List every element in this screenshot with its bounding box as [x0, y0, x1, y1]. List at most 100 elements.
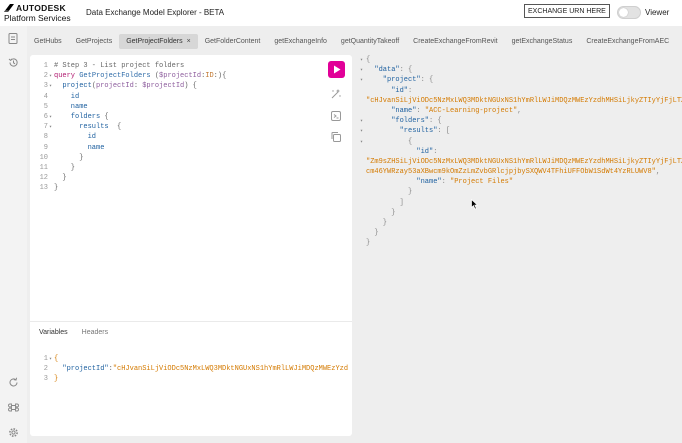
- fold-toggle-icon[interactable]: ▾: [49, 112, 52, 122]
- result-token: }: [366, 188, 413, 197]
- code-line: 10 }: [30, 153, 322, 163]
- result-token: "Zm9sZHSiLjViODc5NzMxLWQ3MDktNGUxNS1hYmR…: [366, 157, 682, 166]
- document-icon[interactable]: [7, 32, 19, 44]
- editor-divider[interactable]: [30, 321, 352, 322]
- run-query-button[interactable]: [328, 61, 345, 78]
- fold-toggle-icon[interactable]: ▾: [360, 137, 363, 147]
- app-header: AUTODESK Platform Services Data Exchange…: [0, 0, 682, 26]
- result-line: }: [356, 228, 682, 238]
- fold-toggle-icon[interactable]: ▾: [49, 122, 52, 132]
- code-text: folders {: [54, 112, 109, 122]
- result-token: "project": [366, 76, 421, 85]
- refresh-icon[interactable]: [7, 376, 19, 388]
- code-token: projectId: [96, 82, 134, 91]
- tab-headers[interactable]: Headers: [82, 329, 108, 336]
- shortcut-icon[interactable]: [7, 401, 19, 413]
- result-json: ▾{▾ "data": {▾ "project": { "id": "cHJvan…: [356, 55, 682, 249]
- tab-gethubs[interactable]: GetHubs: [27, 34, 69, 49]
- tab-getexchangestatus[interactable]: getExchangeStatus: [505, 34, 580, 49]
- result-token: cm46YWRzay53aXBwcm9kOmZzLmZvbGRlcjpjbySX…: [366, 168, 656, 177]
- tab-getfoldercontent[interactable]: GetFolderContent: [198, 34, 268, 49]
- result-token: "name": [366, 106, 417, 115]
- fold-toggle-icon[interactable]: ▾: [49, 81, 52, 91]
- code-token: name: [54, 143, 105, 152]
- copy-icon[interactable]: [330, 131, 342, 143]
- tab-createexchangefromaec[interactable]: CreateExchangeFromAEC: [579, 34, 676, 49]
- result-token: : [: [437, 127, 451, 136]
- line-number: 4: [43, 92, 48, 101]
- code-token: folders: [54, 112, 101, 121]
- result-text: "name": "ACC-Learning-project",: [366, 106, 521, 116]
- result-text: }: [366, 187, 412, 197]
- query-code[interactable]: 1 # Step 3 - List project folders 2 ▾ query …: [30, 61, 322, 193]
- code-token: query: [54, 72, 80, 81]
- result-token: "cHJvanSiLjViODc5NzMxLWQ3MDktNGUxNS1hYmR…: [366, 96, 682, 105]
- result-token: }: [366, 208, 396, 217]
- fold-toggle-icon[interactable]: ▾: [360, 55, 363, 65]
- code-text: project(projectId: $projectId) {: [54, 81, 196, 91]
- result-token: :: [408, 86, 413, 95]
- result-token: "results": [366, 127, 438, 136]
- result-line: "cHJvanSiLjViODc5NzMxLWQ3MDktNGUxNS1hYmR…: [356, 96, 682, 106]
- code-token: }: [54, 174, 67, 183]
- line-number: 7: [43, 123, 48, 132]
- line-number: 9: [43, 143, 48, 152]
- result-token: "id": [366, 86, 409, 95]
- code-token: name: [54, 102, 88, 111]
- code-text: results {: [54, 122, 121, 132]
- code-text: {: [54, 354, 58, 364]
- code-token: ID: [205, 72, 214, 81]
- fold-toggle-icon[interactable]: ▾: [49, 71, 52, 81]
- result-token: : {: [429, 117, 442, 126]
- app-title: Data Exchange Model Explorer - BETA: [86, 8, 225, 17]
- result-token: }: [366, 229, 379, 238]
- tab-createexchangefromrevit[interactable]: CreateExchangeFromRevit: [406, 34, 504, 49]
- code-text: }: [54, 163, 75, 173]
- query-tabs: GetHubs GetProjects GetProjectFolders × GetF…: [27, 34, 682, 49]
- result-token: :: [416, 106, 425, 115]
- tab-getprojectfolders[interactable]: GetProjectFolders ×: [119, 34, 198, 49]
- code-line: 1 ▾{: [30, 354, 348, 364]
- history-icon[interactable]: [7, 56, 19, 68]
- line-number: 12: [39, 174, 48, 183]
- viewer-toggle[interactable]: [617, 6, 641, 19]
- tab-getprojects[interactable]: GetProjects: [69, 34, 120, 49]
- result-text: "name": "Project Files": [366, 177, 513, 187]
- fold-toggle-icon[interactable]: ▾: [360, 75, 363, 85]
- code-line: 12 }: [30, 173, 322, 183]
- code-text: }: [54, 374, 58, 384]
- result-line: ▾ "data": {: [356, 65, 682, 75]
- result-text: }: [366, 238, 370, 248]
- prettify-icon[interactable]: [330, 88, 342, 100]
- tab-label: GetProjectFolders: [126, 38, 183, 45]
- fold-toggle-icon[interactable]: ▾: [360, 126, 363, 136]
- tab-getquantitytakeoff[interactable]: getQuantityTakeoff: [334, 34, 406, 49]
- tab-label: getExchangeStatus: [511, 38, 573, 45]
- brand-subtitle: Platform Services: [4, 13, 71, 23]
- merge-fragments-icon[interactable]: [330, 110, 342, 122]
- settings-icon[interactable]: [7, 426, 19, 438]
- code-line: 8 id: [30, 132, 322, 142]
- fold-toggle-icon[interactable]: ▾: [49, 354, 52, 364]
- code-line: 5 name: [30, 102, 322, 112]
- fold-toggle-icon[interactable]: ▾: [360, 116, 363, 126]
- result-token: : {: [420, 76, 434, 85]
- tab-label: GetProjects: [75, 38, 113, 45]
- result-line: }: [356, 187, 682, 197]
- line-number: 3: [43, 375, 48, 384]
- line-number: 6: [43, 112, 48, 121]
- tab-getexchangeinfo[interactable]: getExchangeInfo: [267, 34, 334, 49]
- tab-variables[interactable]: Variables: [39, 329, 68, 336]
- result-token: "id": [366, 147, 434, 156]
- code-text: id: [54, 92, 79, 102]
- left-sidebar: [0, 26, 27, 443]
- code-text: query GetProjectFolders ($projectId:ID:)…: [54, 71, 226, 81]
- fold-toggle-icon[interactable]: ▾: [360, 65, 363, 75]
- result-text: "cHJvanSiLjViODc5NzMxLWQ3MDktNGUxNS1hYmR…: [366, 96, 682, 106]
- code-line: 6 ▾ folders {: [30, 112, 322, 122]
- exchange-urn-input[interactable]: [524, 4, 610, 18]
- result-line: }: [356, 218, 682, 228]
- code-text: }: [54, 173, 67, 183]
- close-tab-icon[interactable]: ×: [187, 38, 191, 45]
- variables-editor[interactable]: 1 ▾{2 "projectId":"cHJvanSiLjViODc5NzMxLW…: [30, 354, 348, 385]
